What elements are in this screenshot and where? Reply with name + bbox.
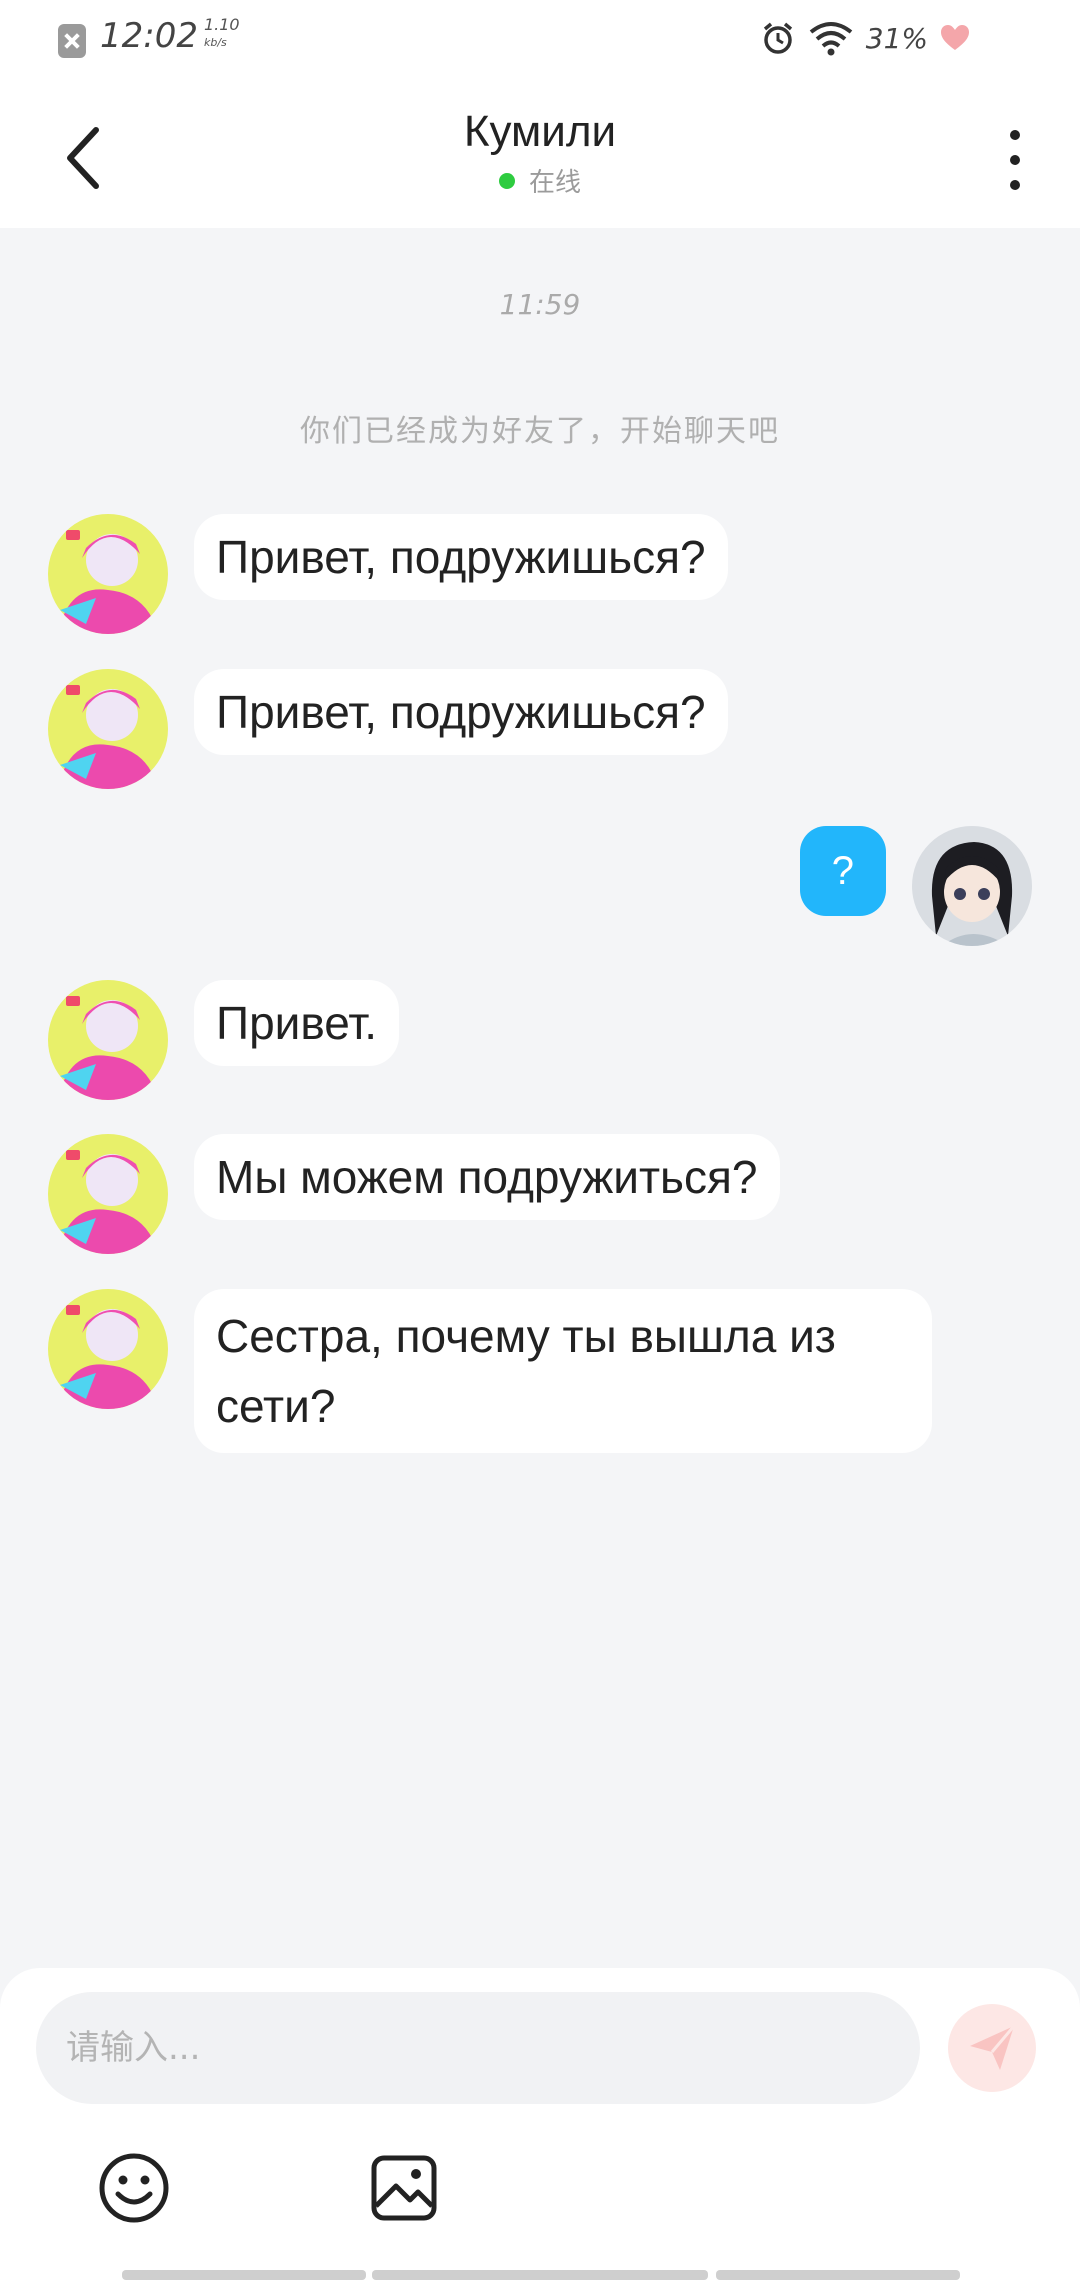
wifi-icon <box>809 22 853 56</box>
more-dot <box>1010 155 1020 165</box>
bottom-tab-indicator <box>372 2270 708 2280</box>
battery-heart-icon <box>941 25 969 50</box>
network-speed: 1.10 kb/s <box>204 16 240 52</box>
user-avatar[interactable] <box>912 826 1032 946</box>
more-dot <box>1010 180 1020 190</box>
online-status-label: 在线 <box>528 168 581 198</box>
emoji-button[interactable] <box>96 2150 172 2226</box>
message-bubble[interactable]: Сестра, почему ты вышла из сети? <box>194 1289 932 1453</box>
emoji-icon <box>99 2153 169 2223</box>
message-input[interactable] <box>36 1992 920 2104</box>
status-left: 12:02 1.10 kb/s <box>58 16 240 58</box>
alarm-icon <box>763 22 792 54</box>
contact-name: Кумили <box>463 107 617 156</box>
message-bubble[interactable]: Привет, подружишься? <box>194 669 728 755</box>
network-speed-value: 1.10 <box>203 15 240 34</box>
contact-avatar[interactable] <box>48 980 168 1100</box>
status-right: 31% <box>748 20 970 56</box>
message-row: Сестра, почему ты вышла из сети? <box>48 1289 932 1453</box>
contact-avatar[interactable] <box>48 514 168 634</box>
status-time: 12:02 <box>100 16 198 56</box>
online-dot-icon <box>498 172 515 189</box>
more-options-button[interactable] <box>1000 130 1030 190</box>
image-button[interactable] <box>366 2150 442 2226</box>
image-icon <box>371 2155 437 2221</box>
message-row: Мы можем подружиться? <box>48 1134 780 1254</box>
message-row-self: ? <box>799 826 1032 946</box>
message-bubble-self[interactable]: ? <box>799 826 886 916</box>
online-status: 在线 <box>498 162 581 199</box>
system-message: 你们已经成为好友了，开始聊天吧 <box>300 414 780 449</box>
more-vertical-icon <box>1010 130 1020 140</box>
notification-close-icon <box>58 24 86 58</box>
send-button[interactable] <box>948 2004 1036 2092</box>
message-row: Привет, подружишься? <box>48 514 728 634</box>
contact-avatar[interactable] <box>48 1134 168 1254</box>
message-bubble[interactable]: Привет. <box>194 980 400 1066</box>
chat-header: Кумили 在线 <box>0 80 1080 228</box>
message-bubble[interactable]: Привет, подружишься? <box>194 514 728 600</box>
contact-avatar[interactable] <box>48 1289 168 1409</box>
battery-percent: 31% <box>865 21 928 55</box>
bottom-tab-indicator <box>122 2270 366 2280</box>
message-row: Привет. <box>48 980 400 1100</box>
header-title-block: Кумили 在线 <box>0 104 1080 199</box>
chat-timestamp: 11:59 <box>499 288 581 321</box>
network-speed-unit: kb/s <box>203 36 227 49</box>
send-icon <box>970 2025 1016 2070</box>
contact-avatar[interactable] <box>48 669 168 789</box>
bottom-tab-indicator <box>716 2270 960 2280</box>
message-bubble[interactable]: Мы можем подружиться? <box>194 1134 780 1220</box>
message-row: Привет, подружишься? <box>48 669 728 789</box>
status-bar: 12:02 1.10 kb/s 31% <box>0 0 1080 80</box>
input-area <box>0 1968 1080 2280</box>
